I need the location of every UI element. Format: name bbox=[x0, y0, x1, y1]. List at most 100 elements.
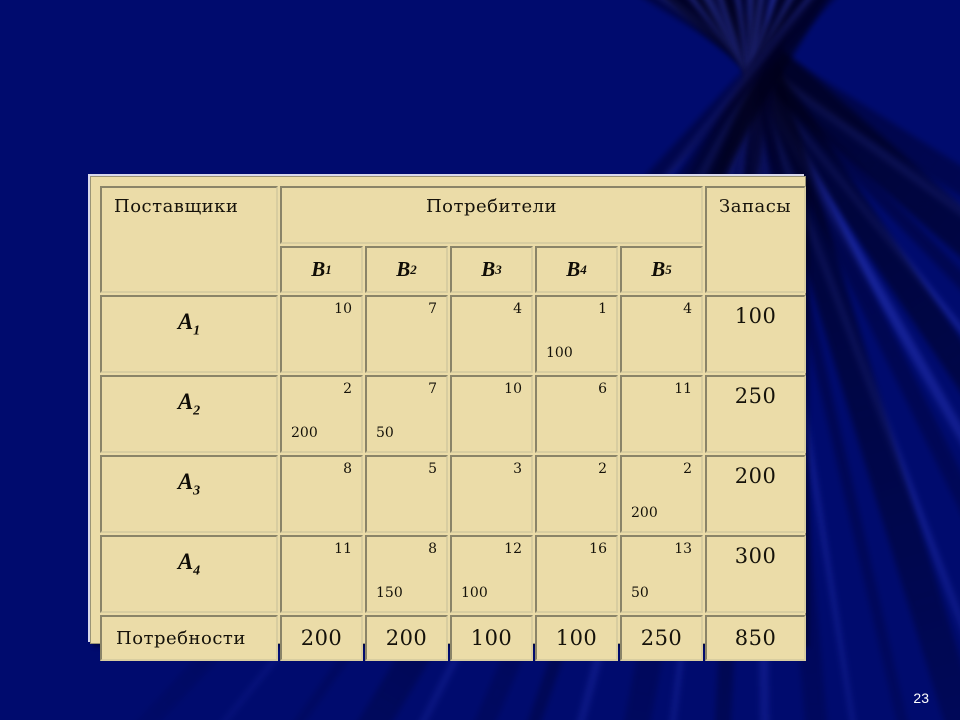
supplier-label-cell-a4: A4 bbox=[100, 535, 278, 613]
cost-value-a3-b5: 2 bbox=[683, 461, 693, 477]
cost-value-a4-b5: 13 bbox=[674, 541, 693, 557]
cost-cell-a4-b2[interactable]: 8 150 bbox=[365, 535, 448, 613]
cost-cell-a4-b1[interactable]: 11 bbox=[280, 535, 363, 613]
consumer-header-cell-b4: B4 bbox=[535, 246, 618, 293]
cost-value-a1-b4: 1 bbox=[598, 301, 607, 317]
demand-cell-b5: 250 bbox=[620, 615, 704, 661]
total-cell: 850 bbox=[705, 615, 807, 661]
stock-value-a4: 300 bbox=[734, 544, 777, 568]
allocation-value-a2-b1: 200 bbox=[291, 425, 318, 441]
cost-value-a2-b2: 7 bbox=[428, 381, 437, 397]
consumer-header-cell-b3: B3 bbox=[450, 246, 533, 293]
supplier-label-a3: A3 bbox=[177, 469, 201, 499]
consumer-header-label-b2: B2 bbox=[396, 257, 417, 281]
table-row: A1 10 7 4 1 100 4 100 bbox=[100, 295, 807, 373]
cost-cell-a3-b3[interactable]: 3 bbox=[450, 455, 533, 533]
cost-cell-a1-b2[interactable]: 7 bbox=[365, 295, 448, 373]
cost-value-a1-b5: 4 bbox=[683, 301, 693, 317]
cost-cell-a1-b3[interactable]: 4 bbox=[450, 295, 533, 373]
suppliers-header-label: Поставщики bbox=[114, 196, 239, 217]
demand-cell-b3: 100 bbox=[450, 615, 533, 661]
cost-value-a2-b1: 2 bbox=[343, 381, 352, 397]
cost-value-a1-b1: 10 bbox=[334, 301, 352, 317]
cost-value-a1-b2: 7 bbox=[428, 301, 437, 317]
cost-cell-a4-b3[interactable]: 12 100 bbox=[450, 535, 533, 613]
cost-value-a4-b4: 16 bbox=[589, 541, 607, 557]
cost-cell-a3-b2[interactable]: 5 bbox=[365, 455, 448, 533]
cost-value-a1-b3: 4 bbox=[513, 301, 522, 317]
cost-cell-a3-b5[interactable]: 2 200 bbox=[620, 455, 704, 533]
slide-number: 23 bbox=[913, 690, 929, 706]
supplier-label-cell-a2: A2 bbox=[100, 375, 278, 453]
demand-value-b5: 250 bbox=[640, 626, 683, 650]
table-footer-row: Потребности 200 200 100 100 250 850 bbox=[100, 615, 807, 661]
consumer-header-label-b1: B1 bbox=[311, 257, 332, 281]
demand-value-b4: 100 bbox=[555, 626, 598, 650]
cost-cell-a4-b4[interactable]: 16 bbox=[535, 535, 618, 613]
total-value: 850 bbox=[734, 626, 777, 650]
cost-value-a4-b2: 8 bbox=[428, 541, 437, 557]
cost-cell-a2-b1[interactable]: 2 200 bbox=[280, 375, 363, 453]
supplier-label-a4: A4 bbox=[177, 549, 201, 579]
stocks-header-label: Запасы bbox=[719, 196, 792, 217]
stock-cell-a1: 100 bbox=[705, 295, 807, 373]
consumer-header-label-b5: B5 bbox=[651, 257, 672, 281]
demand-header-label: Потребности bbox=[116, 627, 246, 649]
demand-cell-b1: 200 bbox=[280, 615, 363, 661]
consumer-header-label-b3: B3 bbox=[481, 257, 502, 281]
cost-cell-a2-b3[interactable]: 10 bbox=[450, 375, 533, 453]
demand-value-b1: 200 bbox=[300, 626, 343, 650]
cost-cell-a1-b5[interactable]: 4 bbox=[620, 295, 704, 373]
table-row: A2 2 200 7 50 10 6 11 250 bbox=[100, 375, 807, 453]
consumers-header-label: Потребители bbox=[425, 196, 558, 217]
demand-cell-b2: 200 bbox=[365, 615, 448, 661]
cost-value-a3-b4: 2 bbox=[598, 461, 607, 477]
demand-header-cell: Потребности bbox=[100, 615, 278, 661]
allocation-value-a4-b5: 50 bbox=[631, 585, 649, 601]
allocation-value-a4-b2: 150 bbox=[376, 585, 403, 601]
stock-cell-a2: 250 bbox=[705, 375, 807, 453]
consumer-header-label-b4: B4 bbox=[566, 257, 587, 281]
cost-cell-a3-b1[interactable]: 8 bbox=[280, 455, 363, 533]
cost-value-a3-b2: 5 bbox=[428, 461, 437, 477]
cost-cell-a2-b2[interactable]: 7 50 bbox=[365, 375, 448, 453]
table-row: A4 11 8 150 12 100 16 13 50 300 bbox=[100, 535, 807, 613]
allocation-value-a1-b4: 100 bbox=[546, 345, 573, 361]
supplier-label-cell-a3: A3 bbox=[100, 455, 278, 533]
stock-value-a1: 100 bbox=[734, 304, 777, 328]
stock-value-a3: 200 bbox=[734, 464, 777, 488]
table-header-row-top: Поставщики Потребители Запасы bbox=[100, 186, 807, 293]
stock-value-a2: 250 bbox=[734, 384, 777, 408]
cost-value-a2-b4: 6 bbox=[598, 381, 607, 397]
allocation-value-a2-b2: 50 bbox=[376, 425, 394, 441]
stock-cell-a3: 200 bbox=[705, 455, 807, 533]
supplier-label-cell-a1: A1 bbox=[100, 295, 278, 373]
cost-cell-a1-b1[interactable]: 10 bbox=[280, 295, 363, 373]
cost-value-a4-b1: 11 bbox=[334, 541, 352, 557]
supplier-label-a1: A1 bbox=[177, 309, 201, 339]
demand-cell-b4: 100 bbox=[535, 615, 618, 661]
cost-value-a3-b1: 8 bbox=[343, 461, 352, 477]
demand-value-b2: 200 bbox=[385, 626, 428, 650]
cost-cell-a2-b4[interactable]: 6 bbox=[535, 375, 618, 453]
cost-cell-a2-b5[interactable]: 11 bbox=[620, 375, 704, 453]
cost-cell-a1-b4[interactable]: 1 100 bbox=[535, 295, 618, 373]
allocation-value-a3-b5: 200 bbox=[631, 505, 658, 521]
cost-value-a3-b3: 3 bbox=[513, 461, 522, 477]
cost-value-a4-b3: 12 bbox=[504, 541, 522, 557]
supplier-label-a2: A2 bbox=[177, 389, 201, 419]
transportation-table: Поставщики Потребители Запасы B 1 B 2 B 3 B 4 B 5 A1 1… bbox=[98, 184, 808, 663]
allocation-value-a4-b3: 100 bbox=[461, 585, 488, 601]
consumer-header-cell-b2: B2 bbox=[365, 246, 448, 293]
cost-cell-a3-b4[interactable]: 2 bbox=[535, 455, 618, 533]
stocks-header-cell: Запасы bbox=[705, 186, 807, 293]
cost-cell-a4-b5[interactable]: 13 50 bbox=[620, 535, 704, 613]
table-row: A3 8 5 3 2 2 200 200 bbox=[100, 455, 807, 533]
transportation-table-frame: Поставщики Потребители Запасы B 1 B 2 B 3 B 4 B 5 A1 1… bbox=[90, 176, 807, 661]
stock-cell-a4: 300 bbox=[705, 535, 807, 613]
consumers-header-cell: Потребители bbox=[280, 186, 704, 244]
consumer-header-cell-b1: B1 bbox=[280, 246, 363, 293]
consumer-header-cell-b5: B5 bbox=[620, 246, 704, 293]
demand-value-b3: 100 bbox=[470, 626, 513, 650]
cost-value-a2-b5: 11 bbox=[674, 381, 693, 397]
